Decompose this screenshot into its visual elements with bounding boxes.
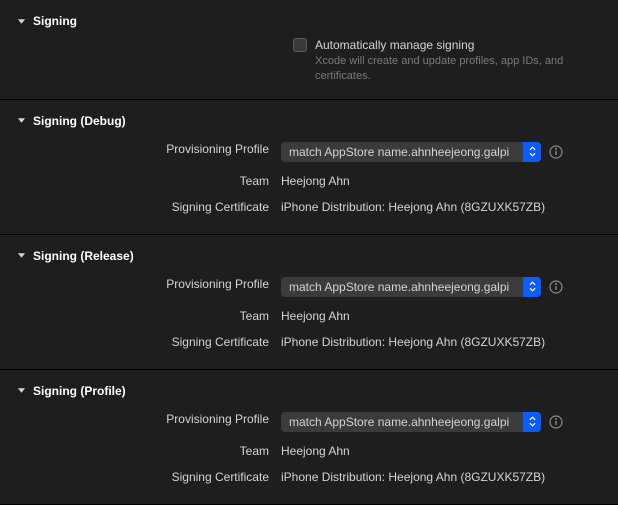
section-signing-release: Signing (Release) Provisioning Profile m… <box>0 235 618 370</box>
team-row: Team Heejong Ahn <box>0 303 618 329</box>
info-icon[interactable] <box>549 415 563 429</box>
chevron-up-down-icon <box>523 277 541 297</box>
section-title: Signing <box>33 14 77 28</box>
signing-certificate-value: iPhone Distribution: Heejong Ahn (8GZUXK… <box>281 200 602 214</box>
disclosure-triangle-icon <box>16 250 27 261</box>
section-signing-profile: Signing (Profile) Provisioning Profile m… <box>0 370 618 505</box>
section-header-signing-profile[interactable]: Signing (Profile) <box>0 380 618 406</box>
team-row: Team Heejong Ahn <box>0 168 618 194</box>
provisioning-profile-row: Provisioning Profile match AppStore name… <box>0 136 618 168</box>
team-label: Team <box>16 309 281 323</box>
signing-certificate-value: iPhone Distribution: Heejong Ahn (8GZUXK… <box>281 470 602 484</box>
team-value: Heejong Ahn <box>281 444 602 458</box>
signing-certificate-row: Signing Certificate iPhone Distribution:… <box>0 329 618 355</box>
disclosure-triangle-icon <box>16 16 27 27</box>
team-label: Team <box>16 174 281 188</box>
auto-manage-signing-hint: Xcode will create and update profiles, a… <box>315 54 595 85</box>
auto-manage-signing-row: Automatically manage signing Xcode will … <box>0 36 618 85</box>
dropdown-text: match AppStore name.ahnheejeong.galpi <box>281 145 523 159</box>
section-signing: Signing Automatically manage signing Xco… <box>0 0 618 100</box>
provisioning-profile-dropdown[interactable]: match AppStore name.ahnheejeong.galpi <box>281 142 541 162</box>
provisioning-profile-dropdown[interactable]: match AppStore name.ahnheejeong.galpi <box>281 277 541 297</box>
provisioning-profile-row: Provisioning Profile match AppStore name… <box>0 406 618 438</box>
section-title: Signing (Release) <box>33 249 134 263</box>
provisioning-profile-row: Provisioning Profile match AppStore name… <box>0 271 618 303</box>
info-icon[interactable] <box>549 280 563 294</box>
auto-manage-signing-label: Automatically manage signing <box>315 38 474 52</box>
signing-certificate-label: Signing Certificate <box>16 470 281 484</box>
section-header-signing[interactable]: Signing <box>0 10 618 36</box>
signing-certificate-label: Signing Certificate <box>16 335 281 349</box>
provisioning-profile-label: Provisioning Profile <box>16 277 281 291</box>
team-label: Team <box>16 444 281 458</box>
team-value: Heejong Ahn <box>281 174 602 188</box>
signing-certificate-label: Signing Certificate <box>16 200 281 214</box>
signing-certificate-row: Signing Certificate iPhone Distribution:… <box>0 194 618 220</box>
team-value: Heejong Ahn <box>281 309 602 323</box>
auto-manage-signing-checkbox[interactable] <box>293 38 307 52</box>
disclosure-triangle-icon <box>16 115 27 126</box>
chevron-up-down-icon <box>523 142 541 162</box>
signing-certificate-row: Signing Certificate iPhone Distribution:… <box>0 464 618 490</box>
dropdown-text: match AppStore name.ahnheejeong.galpi <box>281 280 523 294</box>
signing-certificate-value: iPhone Distribution: Heejong Ahn (8GZUXK… <box>281 335 602 349</box>
provisioning-profile-label: Provisioning Profile <box>16 142 281 156</box>
section-signing-debug: Signing (Debug) Provisioning Profile mat… <box>0 100 618 235</box>
provisioning-profile-dropdown[interactable]: match AppStore name.ahnheejeong.galpi <box>281 412 541 432</box>
disclosure-triangle-icon <box>16 385 27 396</box>
section-title: Signing (Profile) <box>33 384 126 398</box>
section-header-signing-debug[interactable]: Signing (Debug) <box>0 110 618 136</box>
team-row: Team Heejong Ahn <box>0 438 618 464</box>
section-title: Signing (Debug) <box>33 114 126 128</box>
section-header-signing-release[interactable]: Signing (Release) <box>0 245 618 271</box>
dropdown-text: match AppStore name.ahnheejeong.galpi <box>281 415 523 429</box>
provisioning-profile-label: Provisioning Profile <box>16 412 281 426</box>
info-icon[interactable] <box>549 145 563 159</box>
chevron-up-down-icon <box>523 412 541 432</box>
